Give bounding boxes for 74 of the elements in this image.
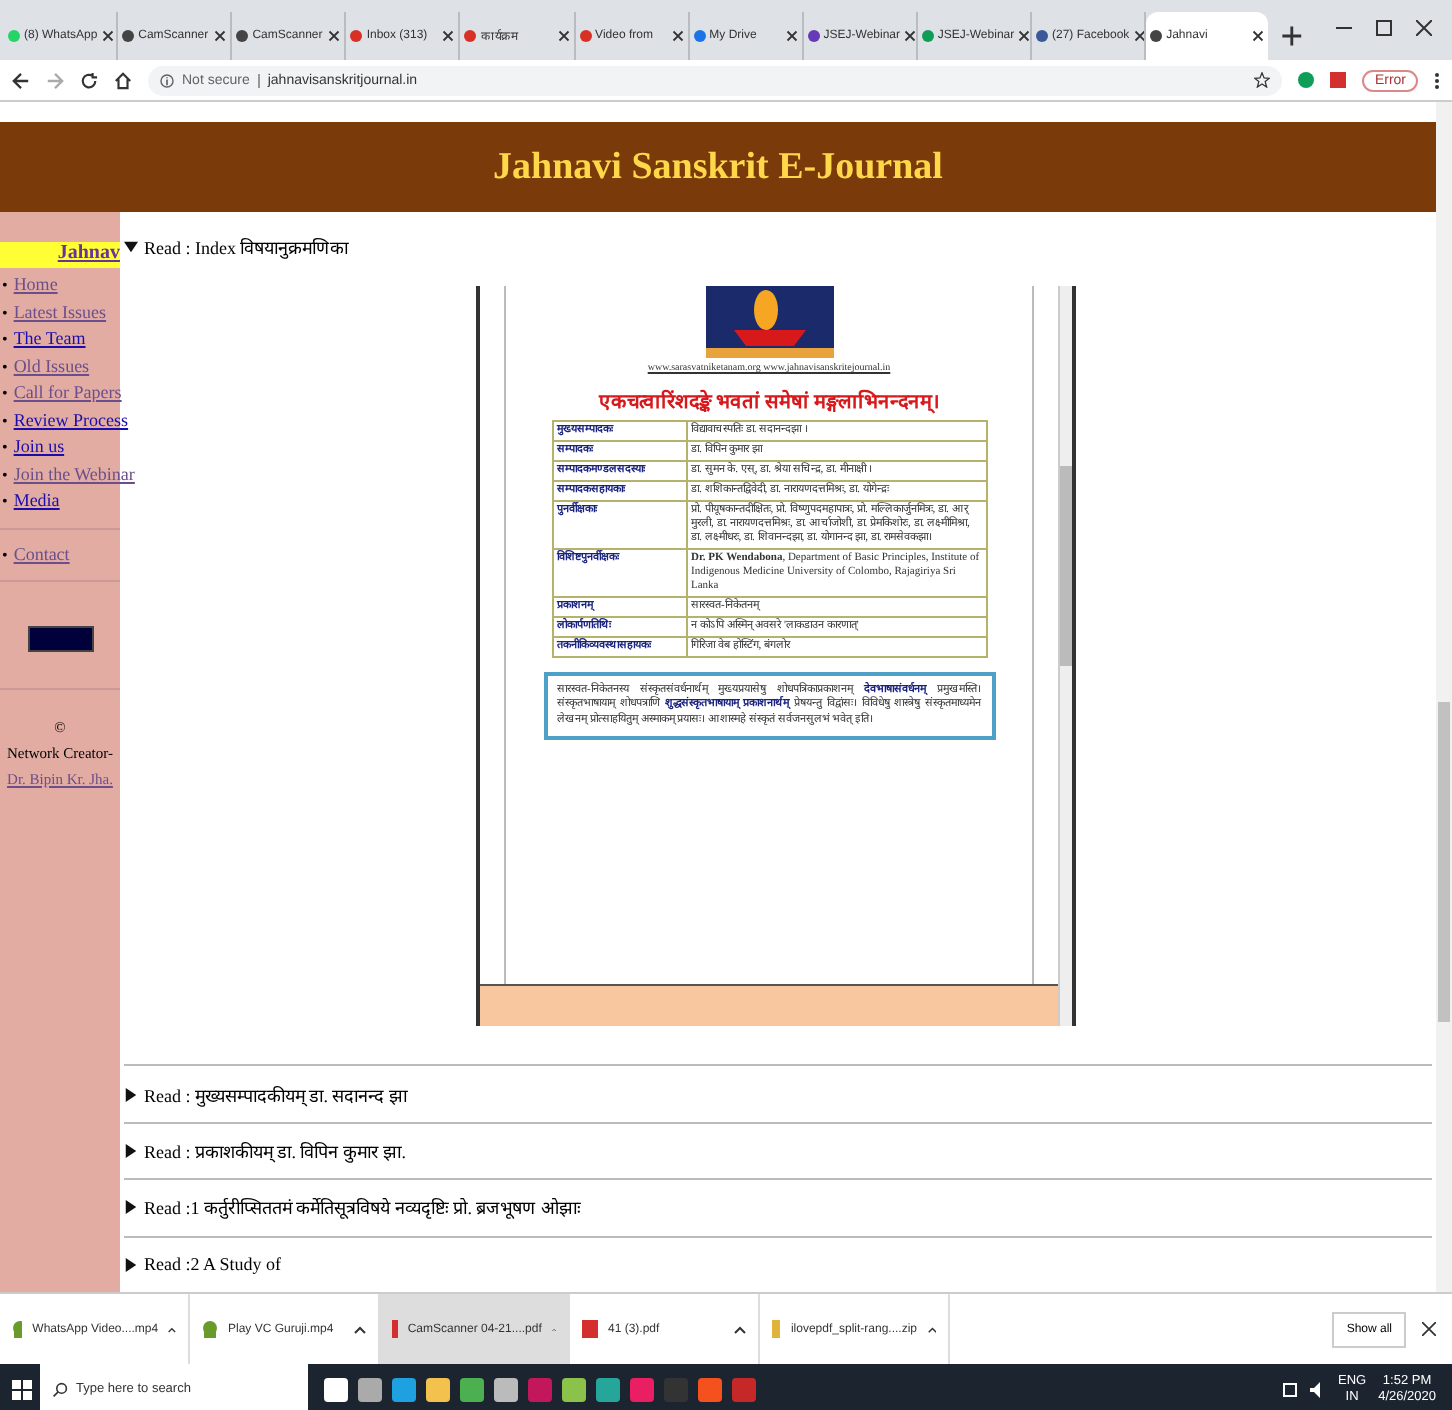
close-icon[interactable] (1252, 30, 1265, 42)
close-icon[interactable] (1416, 20, 1432, 36)
zip-file-icon (772, 1320, 781, 1338)
info-icon[interactable] (160, 73, 174, 87)
disclosure-triangle-icon[interactable] (124, 1200, 138, 1215)
search-icon (52, 1381, 68, 1397)
entry-summary[interactable]: Read :1 कर्तुरीप्सिततमं कर्मेतिसूत्रविषये नव्यदृष्टिः प्रो. ब्रजभूषण ओझाः (144, 1194, 581, 1221)
menu-icon[interactable] (1434, 71, 1440, 89)
nav-link[interactable]: The Team (13, 326, 86, 353)
disclosure-triangle-icon[interactable] (124, 1087, 138, 1102)
taskbar-app-icon[interactable] (358, 1377, 382, 1401)
volume-icon[interactable] (1309, 1381, 1326, 1397)
disclosure-triangle-icon[interactable] (124, 1257, 138, 1272)
taskbar-app-icon[interactable] (494, 1377, 518, 1401)
index-summary[interactable]: Read : Index विषयानुक्रमणिका (144, 233, 349, 260)
bullet: • (2, 301, 8, 325)
video-file-icon (202, 1320, 218, 1338)
windows-logo-icon[interactable] (12, 1379, 32, 1399)
chevron-icon[interactable] (354, 1325, 366, 1333)
close-icon[interactable] (785, 30, 798, 42)
disclosure-triangle-icon[interactable] (124, 1143, 138, 1158)
bullet: • (2, 463, 8, 487)
counter-badge (27, 626, 93, 652)
nav-link[interactable]: Join us (13, 434, 65, 461)
bullet: • (2, 355, 8, 379)
home-icon[interactable] (114, 71, 132, 89)
pdf-file-icon (392, 1320, 398, 1338)
nav-link[interactable]: Review Process (13, 407, 129, 434)
close-icon[interactable] (1422, 1322, 1436, 1336)
entry-summary[interactable]: Read : मुख्यसम्पादकीयम् डा. सदानन्द झा (144, 1081, 407, 1108)
maximize-icon[interactable] (1376, 20, 1392, 36)
taskbar-app-icon[interactable] (460, 1377, 484, 1401)
bullet: • (2, 382, 8, 406)
taskbar-app-icon[interactable] (324, 1377, 348, 1401)
bullet: • (2, 274, 8, 298)
lamp-drawing (705, 285, 833, 358)
back-icon[interactable] (12, 71, 30, 89)
nav-link[interactable]: Contact (13, 541, 70, 568)
nav-link[interactable]: Latest Issues (13, 299, 107, 326)
close-icon[interactable] (328, 30, 341, 42)
video-file-icon (12, 1320, 23, 1338)
taskbar-app-icon[interactable] (562, 1377, 586, 1401)
close-icon[interactable] (442, 30, 455, 42)
scrollbar-thumb[interactable] (1060, 465, 1072, 666)
nav-link[interactable]: Media (13, 488, 60, 515)
document-heading: एकचत्वारिंशदङ्के भवतां समेषां मङ्गलाभिनन्दनम्। (598, 387, 940, 414)
bullet: • (2, 543, 8, 567)
close-icon[interactable] (671, 30, 684, 42)
network-icon[interactable] (1281, 1381, 1298, 1397)
taskbar-app-icon[interactable] (426, 1377, 450, 1401)
close-icon[interactable] (904, 30, 916, 42)
close-icon[interactable] (1018, 30, 1030, 42)
marquee-bar: Jahnav (0, 242, 120, 268)
chevron-icon[interactable] (927, 1325, 936, 1333)
bullet: • (2, 490, 8, 514)
site-banner: Jahnavi Sanskrit E-Journal (0, 122, 1436, 212)
scrollbar-thumb[interactable] (1438, 702, 1450, 1022)
star-icon[interactable] (1254, 72, 1271, 88)
chevron-icon[interactable] (168, 1325, 176, 1333)
chevron-icon[interactable] (734, 1325, 746, 1333)
entry-summary[interactable]: Read : प्रकाशकीयम् डा. विपिन कुमार झा. (144, 1137, 406, 1164)
pdf-file-icon (582, 1320, 598, 1338)
disclosure-triangle-icon[interactable] (124, 239, 138, 254)
close-icon[interactable] (101, 30, 114, 42)
close-icon[interactable] (214, 30, 227, 42)
nav-link[interactable]: Old Issues (13, 353, 90, 380)
reload-icon[interactable] (80, 71, 98, 89)
bullet: • (2, 409, 8, 433)
close-icon[interactable] (557, 30, 570, 42)
new-tab-icon[interactable] (1280, 24, 1304, 48)
bullet: • (2, 328, 8, 352)
entry-summary[interactable]: Read :2 A Study of (144, 1254, 282, 1275)
bullet: • (2, 436, 8, 460)
close-icon[interactable] (1133, 30, 1145, 42)
